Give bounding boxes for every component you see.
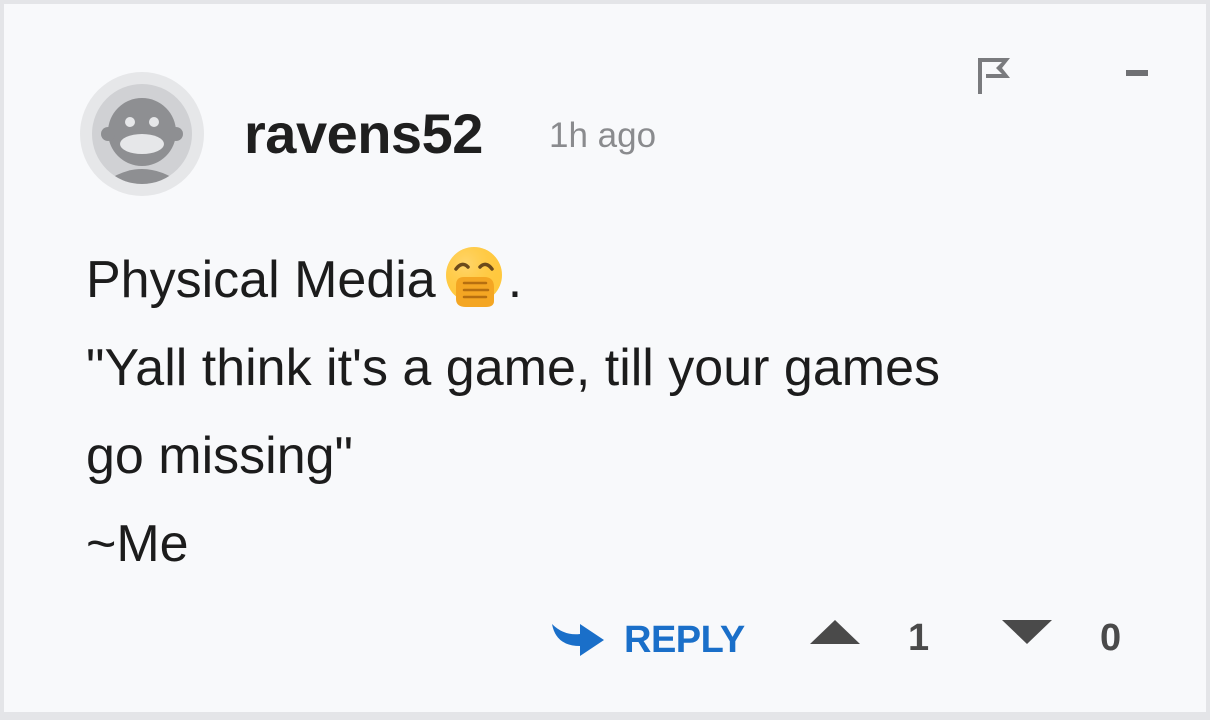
face-with-hand-over-mouth-icon bbox=[442, 245, 506, 309]
reply-label: REPLY bbox=[624, 619, 745, 661]
comment-line: Physical Media. bbox=[86, 236, 1146, 324]
reply-arrow-icon bbox=[552, 624, 604, 656]
triangle-down-icon bbox=[1002, 620, 1052, 644]
flag-icon bbox=[978, 58, 1010, 94]
reply-button[interactable]: REPLY bbox=[550, 610, 745, 670]
triangle-up-icon bbox=[810, 620, 860, 644]
comment-body: Physical Media. "Yall think it's a game,… bbox=[86, 244, 1146, 588]
avatar[interactable] bbox=[80, 72, 204, 196]
comment-card: ravens52 1h ago Physical Media. "Yall th… bbox=[4, 4, 1206, 712]
downvote-button[interactable] bbox=[1000, 616, 1054, 662]
avatar-silhouette bbox=[92, 84, 192, 184]
comment-line: go missing" bbox=[86, 427, 354, 485]
comment-line: ~Me bbox=[86, 515, 189, 573]
upvote-button[interactable] bbox=[808, 616, 862, 662]
username[interactable]: ravens52 bbox=[244, 102, 483, 166]
timestamp: 1h ago bbox=[549, 116, 657, 155]
flag-button[interactable] bbox=[972, 54, 1016, 98]
upvote-count: 1 bbox=[908, 617, 930, 659]
comment-line: "Yall think it's a game, till your games bbox=[86, 339, 940, 397]
collapse-button[interactable] bbox=[1122, 62, 1152, 86]
user-placeholder-icon bbox=[101, 98, 183, 184]
minus-icon bbox=[1126, 70, 1148, 76]
downvote-count: 0 bbox=[1100, 617, 1122, 659]
